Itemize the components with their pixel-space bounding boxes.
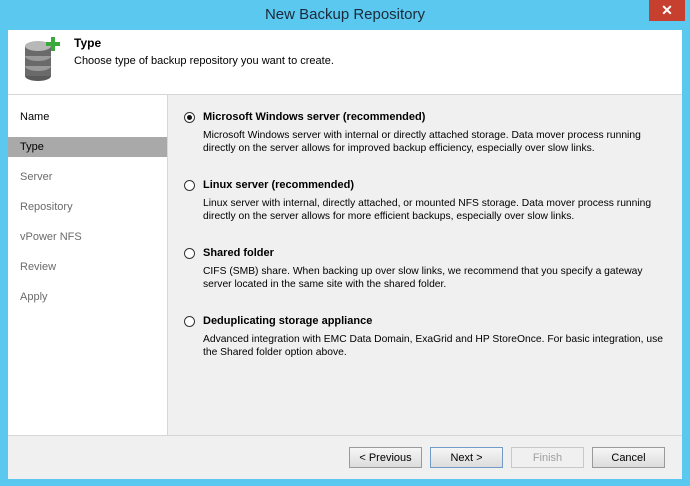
- option-label[interactable]: Deduplicating storage appliance: [203, 315, 372, 327]
- finish-button: Finish: [511, 447, 584, 468]
- next-button[interactable]: Next >: [430, 447, 503, 468]
- radio-shared-folder[interactable]: [184, 248, 195, 259]
- title-bar[interactable]: New Backup Repository ✕: [0, 0, 690, 30]
- step-subtitle: Choose type of backup repository you wan…: [74, 55, 334, 67]
- step-apply[interactable]: Apply: [8, 287, 167, 307]
- wizard-header: Type Choose type of backup repository yo…: [8, 30, 682, 95]
- step-title: Type: [74, 36, 102, 50]
- wizard-window: New Backup Repository ✕ Type Choose type…: [0, 0, 690, 486]
- previous-button[interactable]: < Previous: [349, 447, 422, 468]
- step-name[interactable]: Name: [8, 107, 167, 127]
- window-title: New Backup Repository: [264, 6, 426, 23]
- radio-windows-server[interactable]: [184, 112, 195, 123]
- option-description: CIFS (SMB) share. When backing up over s…: [203, 266, 643, 290]
- option-label[interactable]: Shared folder: [203, 247, 274, 259]
- wizard-footer: < Previous Next > Finish Cancel: [8, 435, 682, 479]
- radio-linux-server[interactable]: [184, 180, 195, 191]
- step-server[interactable]: Server: [8, 167, 167, 187]
- wizard-steps: Name Type Server Repository vPower NFS R…: [8, 95, 168, 435]
- option-label[interactable]: Microsoft Windows server (recommended): [203, 111, 425, 123]
- step-vpower-nfs[interactable]: vPower NFS: [8, 227, 167, 247]
- cancel-button[interactable]: Cancel: [592, 447, 665, 468]
- step-review[interactable]: Review: [8, 257, 167, 277]
- radio-dedup-appliance[interactable]: [184, 316, 195, 327]
- type-options: Microsoft Windows server (recommended) M…: [168, 95, 682, 435]
- option-description: Linux server with internal, directly att…: [203, 198, 652, 222]
- step-repository[interactable]: Repository: [8, 197, 167, 217]
- wizard-client: Type Choose type of backup repository yo…: [8, 30, 682, 479]
- close-button[interactable]: ✕: [649, 0, 685, 21]
- database-add-icon: [25, 37, 60, 81]
- step-type[interactable]: Type: [8, 137, 167, 157]
- close-icon: ✕: [661, 2, 673, 18]
- option-description: Microsoft Windows server with internal o…: [203, 130, 641, 154]
- option-description: Advanced integration with EMC Data Domai…: [203, 334, 663, 358]
- option-label[interactable]: Linux server (recommended): [203, 179, 354, 191]
